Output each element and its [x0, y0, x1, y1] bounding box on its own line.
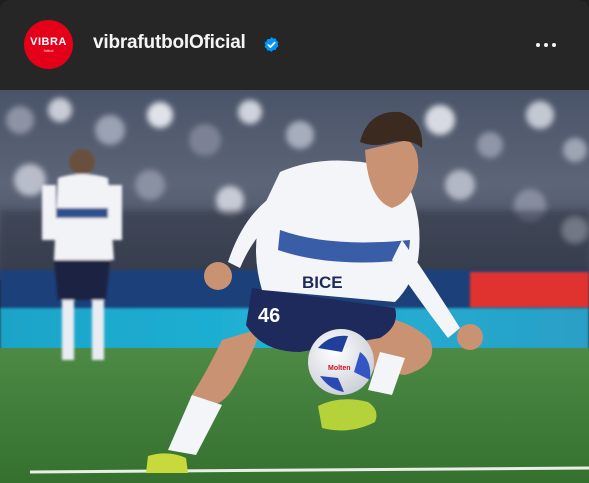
more-dot [544, 43, 548, 47]
post-header: VIBRA fútbol vibrafutbolOficial [0, 0, 589, 90]
more-options-button[interactable] [530, 33, 562, 57]
soccer-ball: Molten [308, 329, 374, 395]
shirt-sponsor: BICE [302, 273, 343, 292]
avatar-logo-text: VIBRA [30, 35, 67, 48]
more-dot [552, 43, 556, 47]
avatar-logo-subtext: fútbol [43, 47, 54, 53]
more-dot [536, 43, 540, 47]
instagram-post: VIBRA fútbol vibrafutbolOficial 46 BICE … [0, 0, 589, 483]
pitch [0, 348, 589, 483]
shorts-number: 46 [258, 305, 280, 327]
username-link[interactable]: vibrafutbolOficial [93, 32, 246, 54]
verified-badge-icon [264, 37, 279, 52]
ad-board-red [470, 272, 589, 308]
profile-avatar[interactable]: VIBRA fútbol [24, 20, 73, 69]
ball-brand: Molten [328, 365, 351, 372]
post-photo[interactable]: 46 BICE Molten [0, 90, 589, 483]
